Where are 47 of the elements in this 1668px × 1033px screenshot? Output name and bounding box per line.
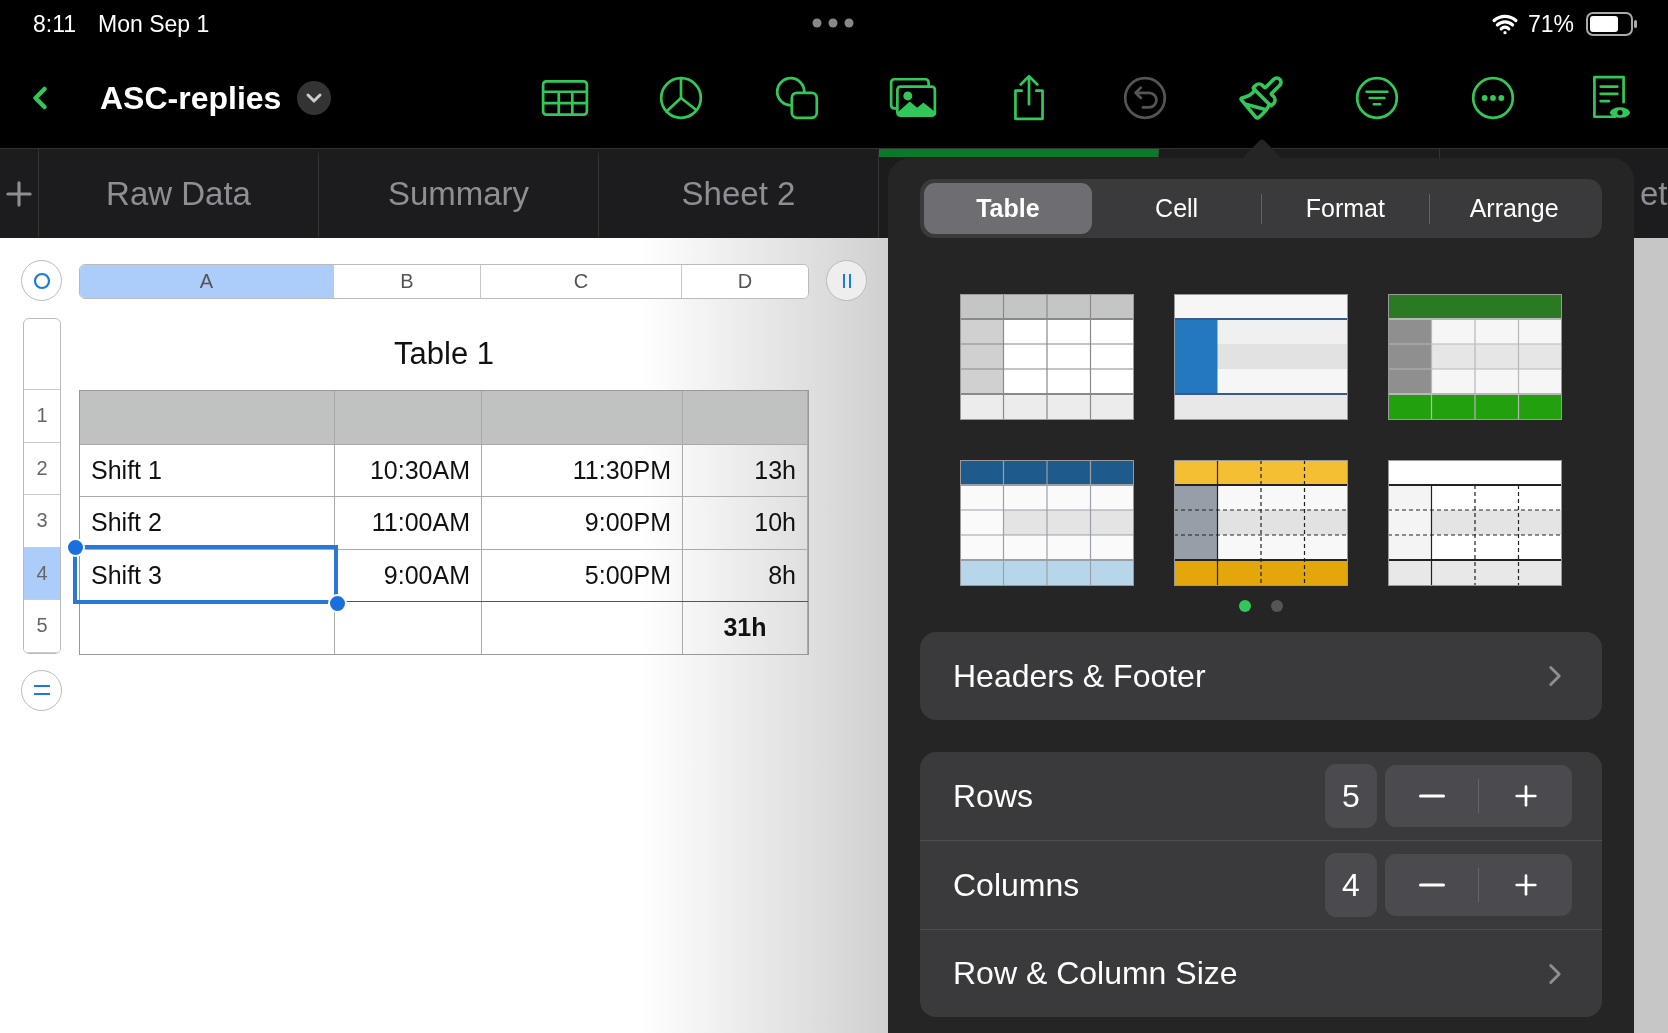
count-value: 4 — [1325, 853, 1377, 917]
column-header[interactable]: A — [80, 265, 334, 298]
paintbrush-icon — [1237, 74, 1286, 122]
segment-tab[interactable]: Arrange — [1430, 183, 1598, 234]
table-title: Table 1 — [393, 335, 495, 373]
status-time: 8:11 — [33, 10, 77, 38]
segment-tab[interactable]: Table — [924, 183, 1092, 234]
column-handle-button[interactable] — [826, 260, 867, 301]
table-cell: 13h — [683, 444, 808, 496]
selection-handle[interactable] — [66, 537, 85, 557]
table-cell: 10h — [683, 497, 808, 549]
table-cell: 8h — [683, 549, 808, 601]
segment-tab[interactable]: Format — [1261, 183, 1430, 234]
table-style-thumbnail[interactable] — [1174, 460, 1348, 586]
table-cell: Shift 1 — [80, 444, 335, 496]
table-style-thumbnail[interactable] — [1388, 294, 1562, 420]
pause-bars-icon — [840, 271, 853, 290]
document-title: ASC-replies — [100, 79, 282, 117]
minus-icon — [1418, 883, 1445, 887]
row-header[interactable]: 4 — [24, 547, 60, 600]
count-value: 5 — [1325, 764, 1377, 828]
equals-icon — [32, 684, 51, 696]
table-cell: 11:30PM — [482, 444, 683, 496]
table-cell: 5:00PM — [482, 549, 683, 601]
total-cell: 31h — [683, 602, 808, 654]
stepper-label: Columns — [953, 866, 1081, 904]
status-date: Mon Sep 1 — [98, 10, 210, 38]
stepper-label: Rows — [953, 777, 1034, 815]
circle-icon — [32, 271, 51, 290]
table-style-thumbnail[interactable] — [960, 294, 1134, 420]
table-cell: 10:30AM — [335, 444, 482, 496]
minus-icon — [1418, 794, 1445, 798]
headers-footer-row[interactable]: Headers & Footer — [920, 632, 1602, 720]
segment-tab[interactable]: Cell — [1092, 183, 1261, 234]
battery-percent: 71% — [1527, 10, 1574, 38]
row-column-size-row[interactable]: Row & Column Size — [920, 929, 1602, 1017]
table-cell: 11:00AM — [335, 497, 482, 549]
table-style-thumbnail[interactable] — [960, 460, 1134, 586]
battery-icon — [1586, 12, 1638, 36]
selection-handle[interactable] — [328, 593, 347, 613]
title-menu-button[interactable] — [297, 81, 332, 115]
table-style-thumbnail[interactable] — [1388, 460, 1562, 586]
add-row-button[interactable] — [21, 669, 62, 711]
table-style-thumbnail[interactable] — [1174, 294, 1348, 420]
select-table-button[interactable] — [21, 260, 62, 301]
multitasking-dots-icon — [812, 18, 854, 28]
table-cell: 9:00PM — [482, 497, 683, 549]
